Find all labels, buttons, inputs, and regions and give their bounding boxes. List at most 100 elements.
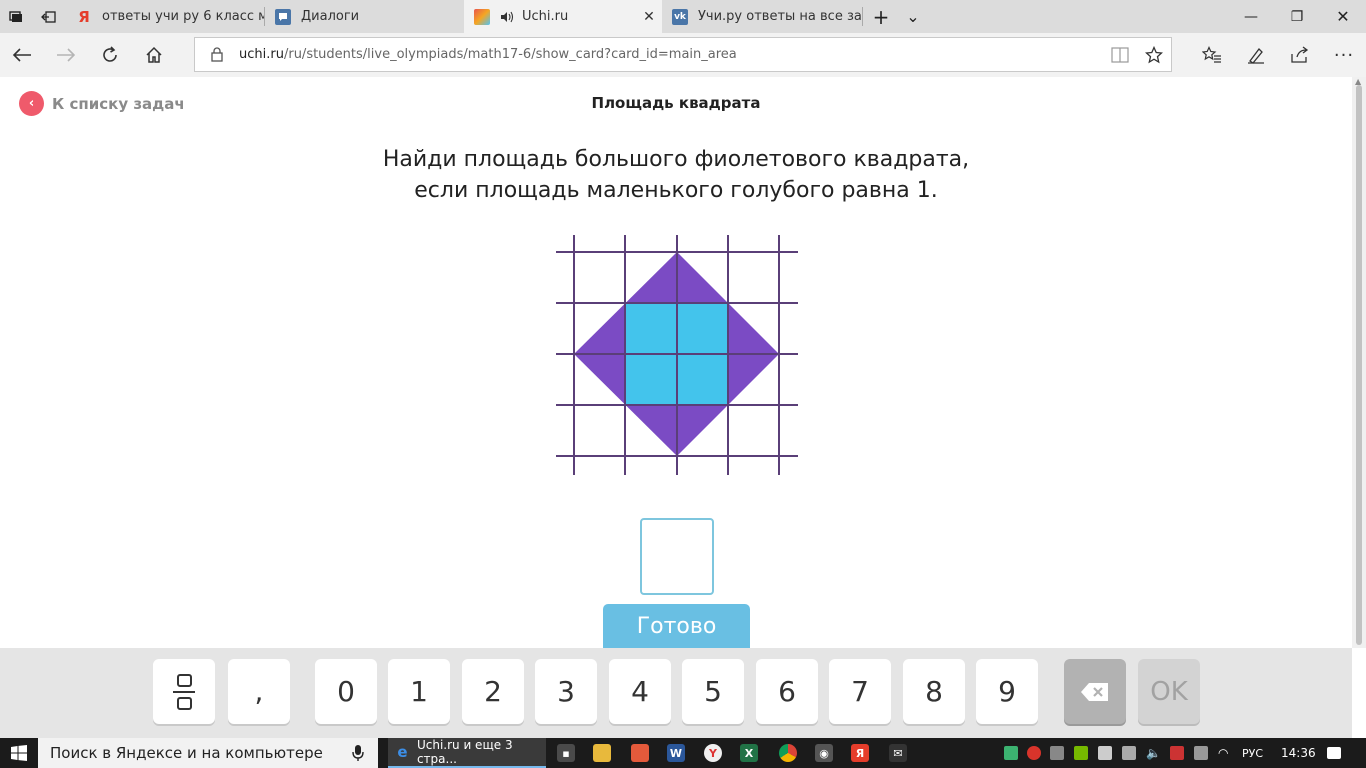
backspace-key[interactable] bbox=[1064, 659, 1126, 724]
uchi-icon bbox=[474, 8, 490, 25]
close-tab-icon[interactable]: ✕ bbox=[636, 9, 662, 25]
yandex-icon[interactable]: Я bbox=[851, 744, 869, 762]
url-text[interactable]: uchi.ru/ru/students/live_olympiads/math1… bbox=[231, 47, 1103, 62]
close-window-icon[interactable]: ✕ bbox=[1320, 0, 1366, 33]
notifications-icon[interactable] bbox=[1327, 747, 1341, 759]
digit-key-3[interactable]: 3 bbox=[535, 659, 597, 724]
taskbar-edge-app[interactable]: e Uchi.ru и еще 3 стра... bbox=[388, 738, 546, 768]
network-icon[interactable] bbox=[1194, 746, 1208, 760]
taskbar-search[interactable]: Поиск в Яндексе и на компьютере bbox=[38, 738, 378, 768]
fraction-key[interactable] bbox=[153, 659, 215, 724]
question-line-1: Найди площадь большого фиолетового квадр… bbox=[382, 147, 970, 172]
audio-playing-icon[interactable] bbox=[500, 11, 514, 23]
favorites-hub-icon[interactable] bbox=[1190, 33, 1234, 77]
new-tab-icon[interactable]: + bbox=[865, 0, 897, 33]
share-icon[interactable] bbox=[1278, 33, 1322, 77]
url-host: uchi.ru bbox=[239, 47, 284, 62]
taskbar-search-placeholder: Поиск в Яндексе и на компьютере bbox=[50, 744, 323, 762]
home-icon[interactable] bbox=[132, 33, 176, 77]
page-scrollbar[interactable]: ▲ bbox=[1352, 77, 1366, 648]
reading-view-icon[interactable] bbox=[1103, 38, 1137, 71]
set-tabs-aside-icon[interactable] bbox=[32, 0, 64, 33]
nvidia-icon[interactable] bbox=[1074, 746, 1088, 760]
digit-key-1[interactable]: 1 bbox=[388, 659, 450, 724]
answer-input-box[interactable] bbox=[640, 518, 714, 595]
favorite-star-icon[interactable] bbox=[1137, 38, 1171, 71]
file-explorer-icon[interactable] bbox=[593, 744, 611, 762]
clock[interactable]: 14:36 bbox=[1281, 738, 1316, 768]
display-icon[interactable] bbox=[1122, 746, 1136, 760]
digit-key-7[interactable]: 7 bbox=[829, 659, 891, 724]
vk-icon: vk bbox=[672, 8, 688, 25]
edge-icon: e bbox=[397, 743, 408, 761]
small-blue-square bbox=[677, 303, 728, 354]
digit-key-4[interactable]: 4 bbox=[609, 659, 671, 724]
tab-title: Учи.ру ответы на все задач bbox=[698, 9, 862, 24]
numeric-keypad: , 0 1 2 3 4 5 6 7 8 9 OK bbox=[0, 648, 1352, 738]
small-blue-square bbox=[625, 303, 677, 354]
web-note-icon[interactable] bbox=[1234, 33, 1278, 77]
tab-divider bbox=[862, 7, 863, 26]
security-shield-icon[interactable] bbox=[1004, 746, 1018, 760]
digit-key-8[interactable]: 8 bbox=[903, 659, 965, 724]
store-icon[interactable]: ▪ bbox=[557, 744, 575, 762]
navigation-bar: uchi.ru/ru/students/live_olympiads/math1… bbox=[0, 33, 1366, 77]
digit-key-0[interactable]: 0 bbox=[315, 659, 377, 724]
small-blue-square bbox=[625, 354, 677, 405]
yandex-icon: Я bbox=[78, 7, 90, 26]
task-title: Площадь квадрата bbox=[591, 94, 761, 112]
restore-icon[interactable]: ❐ bbox=[1274, 0, 1320, 33]
small-blue-square bbox=[677, 354, 728, 405]
question-line-2: если площадь маленького голубого равна 1… bbox=[414, 178, 938, 203]
fraction-bar-icon bbox=[173, 690, 195, 693]
grid-square-figure bbox=[556, 235, 798, 475]
word-icon[interactable]: W bbox=[667, 744, 685, 762]
photos-icon[interactable] bbox=[631, 744, 649, 762]
tab-vk-answers[interactable]: vk Учи.ру ответы на все задач bbox=[662, 0, 862, 33]
tab-list-icon[interactable]: ⌄ bbox=[897, 0, 929, 33]
tray-red-icon[interactable] bbox=[1170, 746, 1184, 760]
mail-icon[interactable]: ✉ bbox=[889, 744, 907, 762]
tab-actions-icon[interactable] bbox=[0, 0, 32, 33]
battery-icon[interactable] bbox=[1098, 746, 1112, 760]
yandex-browser-icon[interactable]: Y bbox=[704, 744, 722, 762]
windows-start-icon[interactable] bbox=[0, 738, 38, 768]
lock-icon[interactable] bbox=[203, 47, 231, 62]
tab-yandex-search[interactable]: Я ответы учи ру 6 класс мате bbox=[66, 0, 264, 33]
digit-key-5[interactable]: 5 bbox=[682, 659, 744, 724]
address-bar[interactable]: uchi.ru/ru/students/live_olympiads/math1… bbox=[194, 37, 1172, 72]
antivirus-icon[interactable] bbox=[1027, 746, 1041, 760]
ok-key[interactable]: OK bbox=[1138, 659, 1200, 724]
taskbar: Поиск в Яндексе и на компьютере e Uchi.r… bbox=[0, 738, 1366, 768]
question-text: Найди площадь большого фиолетового квадр… bbox=[0, 144, 1352, 206]
digit-key-2[interactable]: 2 bbox=[462, 659, 524, 724]
minimize-icon[interactable]: — bbox=[1228, 0, 1274, 33]
numerator-icon bbox=[176, 673, 192, 687]
volume-icon[interactable]: 🔈 bbox=[1146, 746, 1161, 760]
tray-app-icon[interactable] bbox=[1050, 746, 1064, 760]
more-options-icon[interactable]: ··· bbox=[1322, 33, 1366, 77]
done-button[interactable]: Готово bbox=[603, 604, 750, 648]
refresh-icon[interactable] bbox=[88, 33, 132, 77]
digit-key-9[interactable]: 9 bbox=[976, 659, 1038, 724]
camera-icon[interactable]: ◉ bbox=[815, 744, 833, 762]
chrome-icon[interactable] bbox=[779, 744, 797, 762]
scroll-thumb[interactable] bbox=[1356, 85, 1362, 645]
tab-title: Диалоги bbox=[301, 9, 360, 24]
tab-dialogs[interactable]: Диалоги bbox=[265, 0, 463, 33]
comma-key[interactable]: , bbox=[228, 659, 290, 724]
back-icon[interactable] bbox=[0, 33, 44, 77]
microphone-icon[interactable] bbox=[338, 744, 378, 762]
page-content: ‹ К списку задач Площадь квадрата Найди … bbox=[0, 77, 1352, 648]
tab-uchi-active[interactable]: Uchi.ru ✕ bbox=[464, 0, 662, 33]
denominator-icon bbox=[176, 696, 192, 710]
input-language[interactable]: РУС bbox=[1242, 738, 1263, 768]
wifi-icon[interactable]: ◠ bbox=[1218, 746, 1232, 760]
chat-icon bbox=[275, 8, 291, 25]
tab-strip: Я ответы учи ру 6 класс мате Диалоги Uch… bbox=[0, 0, 1366, 33]
digit-key-6[interactable]: 6 bbox=[756, 659, 818, 724]
backspace-icon bbox=[1081, 682, 1108, 701]
excel-icon[interactable]: X bbox=[740, 744, 758, 762]
tab-title: Uchi.ru bbox=[522, 9, 569, 24]
forward-icon[interactable] bbox=[44, 33, 88, 77]
